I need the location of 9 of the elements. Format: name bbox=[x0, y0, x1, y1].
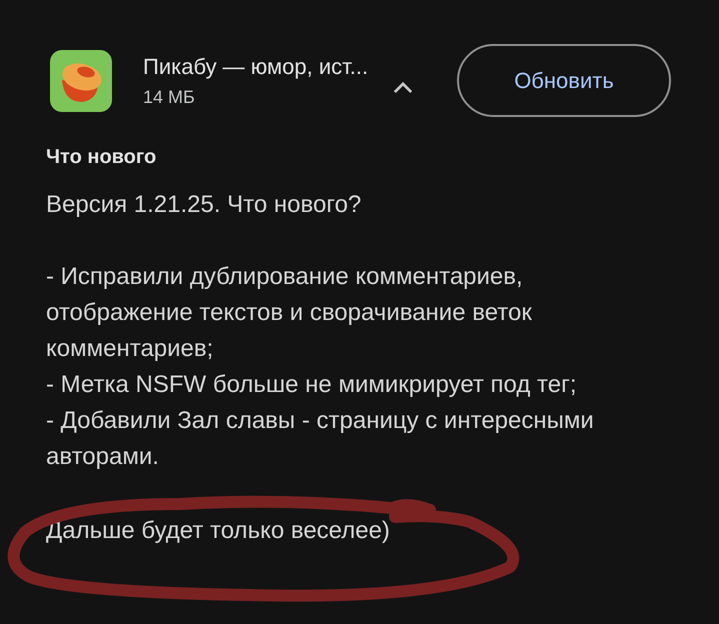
update-button[interactable]: Обновить bbox=[457, 44, 671, 117]
changelog-item: - Метка NSFW больше не мимикрирует под тег; bbox=[46, 370, 578, 400]
version-text: Версия 1.21.25. Что нового? bbox=[46, 190, 362, 220]
app-size: 14 МБ bbox=[143, 87, 196, 108]
app-title: Пикабу — юмор, ист... bbox=[143, 53, 370, 81]
footer-text: Дальше будет только веселее) bbox=[46, 516, 391, 546]
changelog-item: - Добавили Зал славы - страницу с интересными авторами. bbox=[46, 406, 595, 472]
section-heading: Что нового bbox=[46, 145, 158, 170]
changelog-item: - Исправили дублирование комментариев, отображение текстов и сворачивание веток комментариев; bbox=[46, 262, 533, 364]
